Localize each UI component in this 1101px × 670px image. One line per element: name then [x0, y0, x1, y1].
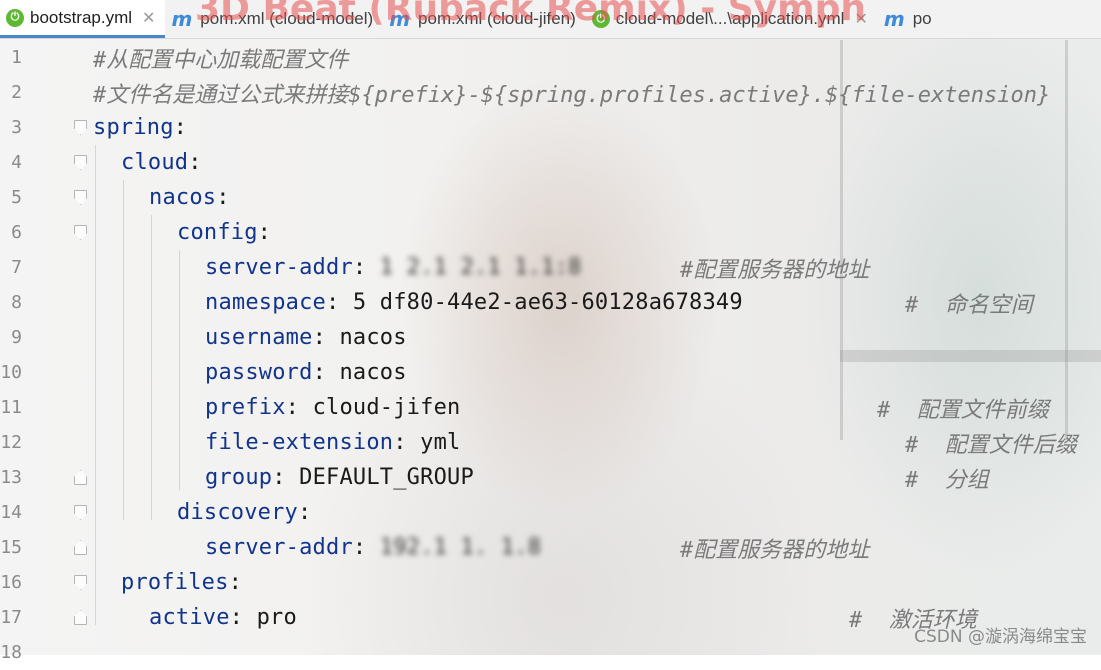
maven-icon: m — [171, 7, 193, 31]
fold-toggle-icon[interactable] — [74, 540, 87, 555]
yaml-key: profiles — [121, 570, 229, 595]
yaml-value-redacted: 192.1 1. 1.8 — [379, 535, 542, 560]
tab-application-yml[interactable]: ⏻ cloud-model\...\application.yml ✕ — [586, 0, 878, 38]
close-icon[interactable]: ✕ — [142, 8, 155, 28]
fold-toggle-icon[interactable] — [74, 120, 87, 135]
editor-tab-bar: ⏻ bootstrap.yml ✕ m pom.xml (cloud-model… — [0, 0, 1101, 39]
line-number: 9 — [11, 327, 22, 348]
comment: #文件名是通过公式来拼接${prefix}-${spring.profiles.… — [93, 82, 1051, 108]
code-line[interactable]: 7 server-addr: 1 2.1 2.1 1.1:8 #配置服务器的地址 — [0, 250, 1101, 285]
tab-bootstrap-yml[interactable]: ⏻ bootstrap.yml ✕ — [0, 0, 166, 38]
csdn-watermark: CSDN @漩涡海绵宝宝 — [914, 627, 1087, 647]
line-number: 4 — [11, 152, 22, 173]
yaml-value: 5 df80-44e2-ae63-60128a678349 — [352, 290, 743, 315]
spring-leaf-icon: ⏻ — [591, 10, 610, 28]
yaml-value: nacos — [339, 360, 407, 385]
yaml-key: namespace — [205, 290, 327, 315]
comment: #配置服务器的地址 — [680, 537, 870, 563]
code-line[interactable]: 10 password: nacos — [0, 355, 1101, 390]
yaml-key: spring — [93, 115, 174, 140]
yaml-key: config — [177, 220, 258, 245]
yaml-value: DEFAULT_GROUP — [299, 465, 474, 490]
comment: #配置服务器的地址 — [680, 257, 870, 283]
code-line[interactable]: 5 nacos: — [0, 180, 1101, 215]
fold-toggle-icon[interactable] — [74, 470, 87, 485]
code-line[interactable]: 11 prefix: cloud-jifen # 配置文件前缀 — [0, 390, 1101, 425]
code-line[interactable]: 15 server-addr: 192.1 1. 1.8 #配置服务器的地址 — [0, 530, 1101, 565]
line-number: 1 — [11, 47, 22, 68]
code-line[interactable]: 3 spring: — [0, 110, 1101, 145]
yaml-value: yml — [420, 430, 461, 455]
code-line[interactable]: 12 file-extension: yml # 配置文件后缀 — [0, 425, 1101, 460]
fold-toggle-icon[interactable] — [74, 190, 87, 205]
code-line[interactable]: 13 group: DEFAULT_GROUP # 分组 — [0, 460, 1101, 495]
comment: # 命名空间 — [905, 292, 1033, 318]
line-number: 5 — [11, 187, 22, 208]
tab-pom-cloud-model[interactable]: m pom.xml (cloud-model) — [165, 0, 383, 38]
comment: #从配置中心加载配置文件 — [93, 47, 349, 73]
line-number: 10 — [0, 362, 22, 383]
maven-icon: m — [389, 7, 411, 31]
fold-toggle-icon[interactable] — [74, 155, 87, 170]
code-line[interactable]: 1 #从配置中心加载配置文件 — [0, 40, 1101, 75]
yaml-key: discovery — [177, 500, 299, 525]
tab-label: cloud-model\...\application.yml — [615, 9, 845, 28]
close-icon[interactable]: ✕ — [854, 9, 867, 29]
yaml-key: cloud — [121, 150, 189, 175]
yaml-value: pro — [256, 605, 297, 630]
yaml-value: nacos — [339, 325, 407, 350]
line-number: 2 — [11, 82, 22, 103]
line-number: 16 — [0, 572, 22, 593]
code-line[interactable]: 14 discovery: — [0, 495, 1101, 530]
fold-toggle-icon[interactable] — [74, 575, 87, 590]
comment: # 配置文件前缀 — [877, 397, 1049, 423]
line-number: 13 — [0, 467, 22, 488]
yaml-key: username — [205, 325, 313, 350]
code-line[interactable]: 2 #文件名是通过公式来拼接${prefix}-${spring.profile… — [0, 75, 1101, 110]
tab-label: bootstrap.yml — [30, 7, 133, 27]
fold-toggle-icon[interactable] — [74, 505, 87, 520]
line-number: 15 — [0, 537, 22, 558]
line-number: 12 — [0, 432, 22, 453]
code-line[interactable]: 9 username: nacos — [0, 320, 1101, 355]
yaml-key: group — [205, 465, 273, 490]
code-line[interactable]: 8 namespace: 5 df80-44e2-ae63-60128a6783… — [0, 285, 1101, 320]
yaml-value-redacted: 1 2.1 2.1 1.1:8 — [379, 255, 582, 280]
yaml-key: server-addr — [205, 255, 353, 280]
fold-toggle-icon[interactable] — [74, 610, 87, 625]
code-line[interactable]: 6 config: — [0, 215, 1101, 250]
tab-label: pom.xml (cloud-jifen) — [418, 9, 576, 28]
code-line[interactable]: 16 profiles: — [0, 565, 1101, 600]
line-number: 3 — [11, 117, 22, 138]
line-number: 6 — [11, 222, 22, 243]
yaml-key: active — [149, 605, 230, 630]
yaml-value: cloud-jifen — [312, 395, 461, 420]
line-number: 18 — [0, 642, 22, 663]
tab-po[interactable]: m po — [878, 0, 942, 38]
yaml-key: server-addr — [205, 535, 353, 560]
tab-label: pom.xml (cloud-model) — [200, 9, 374, 28]
tab-label: po — [912, 9, 932, 28]
spring-leaf-icon: ⏻ — [6, 8, 24, 27]
line-number: 8 — [11, 292, 22, 313]
comment: # 配置文件后缀 — [905, 432, 1077, 458]
code-line[interactable]: 4 cloud: — [0, 145, 1101, 180]
yaml-key: prefix — [205, 395, 286, 420]
fold-toggle-icon[interactable] — [74, 225, 87, 240]
yaml-key: file-extension — [205, 430, 394, 455]
line-number: 7 — [11, 257, 22, 278]
yaml-key: nacos — [149, 185, 217, 210]
line-number: 14 — [0, 502, 22, 523]
maven-icon: m — [883, 7, 905, 31]
tab-pom-cloud-jifen[interactable]: m pom.xml (cloud-jifen) — [383, 0, 586, 38]
yaml-key: password — [205, 360, 313, 385]
comment: # 分组 — [905, 467, 989, 493]
line-number: 11 — [0, 397, 22, 418]
line-number: 17 — [0, 607, 22, 628]
